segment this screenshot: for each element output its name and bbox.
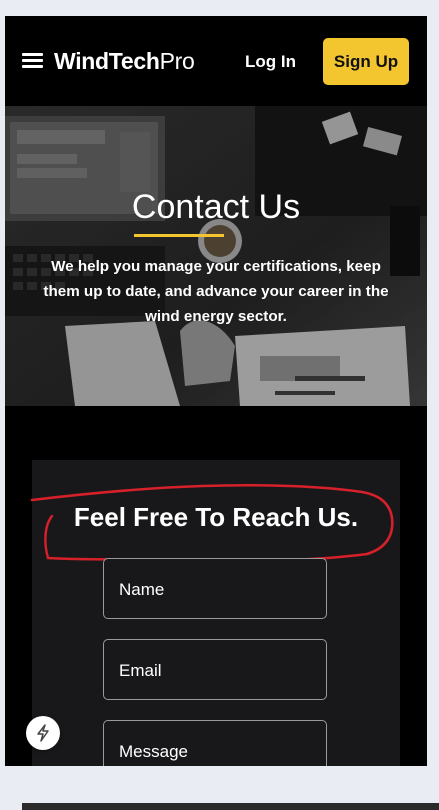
email-field[interactable]: Email [103,639,327,700]
message-field[interactable]: Message [103,720,327,766]
logo-light-text: Pro [159,48,195,74]
hero-title: Contact Us [131,188,301,226]
signup-button[interactable]: Sign Up [323,38,409,85]
hamburger-menu-icon[interactable] [22,53,43,69]
hero-banner: Contact Us We help you manage your certi… [5,106,427,406]
name-field[interactable]: Name [103,558,327,619]
login-link[interactable]: Log In [245,52,296,72]
logo-bold-text: WindTech [54,48,160,74]
site-logo[interactable]: WindTechPro [54,48,195,75]
contact-form-card: Feel Free To Reach Us. Name Email Messag… [30,460,400,766]
hero-description: We help you manage your certifications, … [43,258,389,325]
lightning-bolt-icon [37,724,49,742]
floating-action-button[interactable] [26,716,60,750]
bottom-edge-strip [22,803,439,810]
mobile-viewport: WindTechPro Log In Sign Up Contact Us We… [5,16,427,766]
top-navigation: WindTechPro Log In Sign Up [5,16,427,106]
hero-title-underline [134,234,224,237]
